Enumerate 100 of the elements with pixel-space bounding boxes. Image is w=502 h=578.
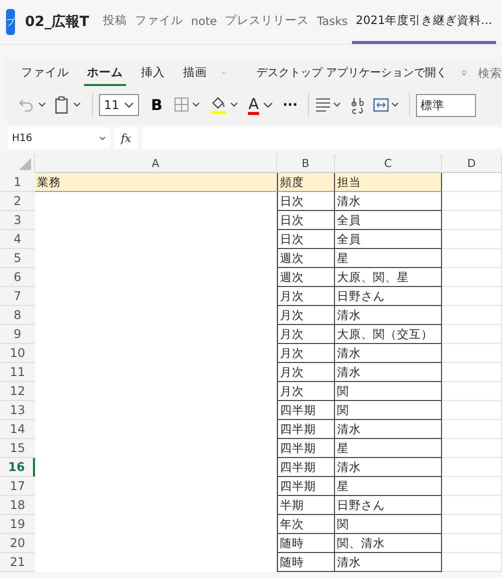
column-header[interactable]: D — [442, 154, 502, 173]
row-header[interactable]: 6 — [0, 268, 35, 287]
table-cell: 関 — [335, 515, 442, 534]
table-cell: 随時 — [277, 534, 335, 553]
empty-cell — [442, 306, 502, 325]
table-cell: 清水 — [335, 306, 442, 325]
row-header[interactable]: 3 — [0, 211, 35, 230]
row-header[interactable]: 12 — [0, 382, 35, 401]
number-format-dropdown[interactable]: 標準 — [416, 94, 476, 116]
name-box[interactable]: H16 — [8, 127, 110, 149]
ribbon-tab[interactable]: ホーム — [84, 60, 126, 86]
more-button[interactable]: ··· — [278, 98, 302, 112]
table-cell: 随時 — [277, 553, 335, 572]
table-cell: 清水 — [335, 458, 442, 477]
empty-cell — [442, 192, 502, 211]
table-cell: 日野さん — [335, 287, 442, 306]
ribbon-tab[interactable]: ファイル — [18, 60, 72, 86]
empty-cell — [442, 439, 502, 458]
open-desktop-button[interactable]: デスクトップ アプリケーションで開く — [253, 60, 450, 86]
ribbon-tab[interactable]: 挿入 — [138, 60, 168, 86]
column-header[interactable]: B — [277, 154, 335, 173]
table-cell: 週次 — [277, 268, 335, 287]
table-cell: 月次 — [277, 382, 335, 401]
channel-tab[interactable]: 投稿 — [99, 0, 132, 44]
empty-cell — [442, 268, 502, 287]
table-cell: 関 — [335, 401, 442, 420]
channel-tab[interactable]: 2021年度引き継ぎ資料... — [352, 0, 496, 44]
empty-cell — [442, 534, 502, 553]
table-cell: 月次 — [277, 363, 335, 382]
table-cell: 日次 — [277, 211, 335, 230]
row-header[interactable]: 21 — [0, 553, 35, 572]
row-header[interactable]: 17 — [0, 477, 35, 496]
row-header[interactable]: 11 — [0, 363, 35, 382]
table-cell: 清水 — [335, 363, 442, 382]
ribbon-tab[interactable]: 描画 — [180, 60, 210, 86]
channel-tab[interactable]: ファイル — [131, 0, 188, 44]
wrap-text-icon[interactable] — [350, 96, 367, 114]
row-header[interactable]: 14 — [0, 420, 35, 439]
table-cell: 清水 — [335, 553, 442, 572]
row-header[interactable]: 5 — [0, 249, 35, 268]
table-cell: 清水 — [335, 192, 442, 211]
table-cell: 担当 — [335, 173, 442, 192]
table-cell: 頻度 — [277, 173, 335, 192]
row-header[interactable]: 7 — [0, 287, 35, 306]
row-header[interactable]: 8 — [0, 306, 35, 325]
table-cell: 清水 — [335, 344, 442, 363]
row-header[interactable]: 9 — [0, 325, 35, 344]
empty-cell — [442, 325, 502, 344]
row-header[interactable]: 18 — [0, 496, 35, 515]
column-header[interactable]: A — [35, 154, 277, 173]
table-cell: 全員 — [335, 211, 442, 230]
empty-cell — [442, 458, 502, 477]
channel-tab[interactable]: プレスリリース — [220, 0, 313, 44]
table-cell: 日次 — [277, 230, 335, 249]
table-cell: 星 — [335, 249, 442, 268]
empty-cell — [442, 420, 502, 439]
table-cell: 月次 — [277, 287, 335, 306]
channel-tab[interactable]: Tasks — [312, 0, 352, 44]
column-header[interactable]: C — [335, 154, 442, 173]
table-cell: 大原、関、星 — [335, 268, 442, 287]
empty-cell — [442, 287, 502, 306]
table-cell: 月次 — [277, 344, 335, 363]
table-cell: 半期 — [277, 496, 335, 515]
row-header[interactable]: 16 — [0, 458, 35, 477]
table-cell: 業務 — [35, 173, 277, 192]
bold-button[interactable]: B — [145, 96, 168, 114]
triangle-icon — [19, 158, 31, 170]
team-avatar[interactable]: ブ — [6, 9, 15, 35]
row-header[interactable]: 2 — [0, 192, 35, 211]
table-cell: 日次 — [277, 192, 335, 211]
table-cell: 全員 — [335, 230, 442, 249]
table-cell: 四半期 — [277, 458, 335, 477]
empty-cell — [442, 477, 502, 496]
font-size-dropdown[interactable]: 11 — [99, 94, 139, 116]
row-header[interactable]: 15 — [0, 439, 35, 458]
table-cell: 関、清水 — [335, 534, 442, 553]
empty-cell — [442, 496, 502, 515]
empty-cell — [442, 344, 502, 363]
function-button[interactable]: fx — [114, 127, 138, 149]
empty-cell — [442, 382, 502, 401]
empty-cell — [442, 363, 502, 382]
table-cell: 週次 — [277, 249, 335, 268]
empty-cell — [442, 249, 502, 268]
empty-cell — [442, 553, 502, 572]
font-color-button[interactable]: A — [248, 96, 273, 114]
empty-cell — [442, 211, 502, 230]
row-header[interactable]: 1 — [0, 173, 35, 192]
row-header[interactable]: 13 — [0, 401, 35, 420]
table-cell: 大原、関（交互） — [335, 325, 442, 344]
table-cell: 星 — [335, 439, 442, 458]
table-cell: 四半期 — [277, 439, 335, 458]
table-cell: 清水 — [335, 420, 442, 439]
channel-tab[interactable]: note — [187, 0, 221, 44]
row-header[interactable]: 20 — [0, 534, 35, 553]
row-header[interactable]: 19 — [0, 515, 35, 534]
search-label[interactable]: 検索 — [478, 66, 502, 80]
row-header[interactable]: 4 — [0, 230, 35, 249]
table-cell: 四半期 — [277, 477, 335, 496]
row-header[interactable]: 10 — [0, 344, 35, 363]
table-cell: 四半期 — [277, 420, 335, 439]
